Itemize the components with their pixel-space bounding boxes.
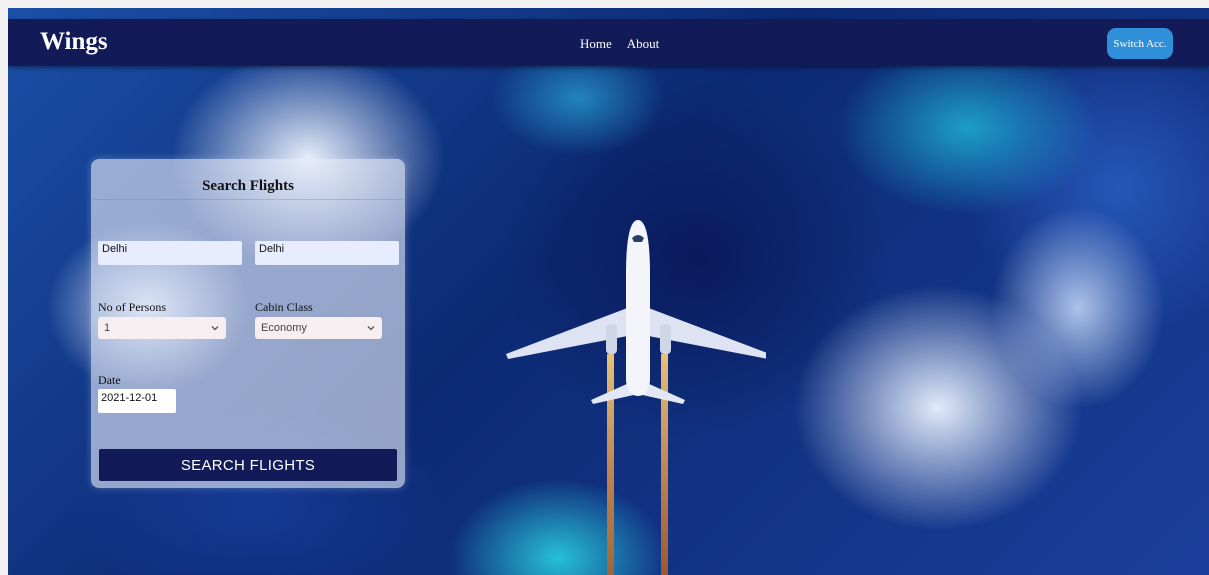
- left-wing: [506, 304, 638, 359]
- date-input[interactable]: 2021-12-01: [98, 389, 176, 413]
- cabin-class-select-value: Economy: [261, 322, 307, 334]
- app-viewport: Wings Home About Switch Acc. Search Flig…: [8, 8, 1209, 575]
- fuselage: [626, 220, 650, 396]
- date-label: Date: [98, 373, 121, 387]
- exhaust-trail-right: [661, 354, 668, 575]
- switch-account-button[interactable]: Switch Acc.: [1107, 28, 1173, 59]
- search-flights-panel: Search Flights Delhi Delhi No of Persons…: [91, 159, 405, 488]
- persons-label: No of Persons: [98, 300, 166, 314]
- brand-logo[interactable]: Wings: [40, 29, 108, 54]
- top-navbar: Wings Home About Switch Acc.: [8, 19, 1209, 66]
- panel-divider: [93, 199, 403, 200]
- chevron-down-icon: [211, 326, 219, 331]
- panel-title: Search Flights: [202, 178, 294, 194]
- persons-select[interactable]: 1: [98, 317, 226, 339]
- cabin-class-label: Cabin Class: [255, 300, 313, 314]
- chevron-down-icon: [367, 326, 375, 331]
- nav-links: Home About: [580, 36, 659, 52]
- right-engine: [660, 324, 671, 354]
- left-engine: [606, 324, 617, 354]
- from-city-input[interactable]: Delhi: [98, 241, 242, 265]
- cabin-class-select[interactable]: Economy: [255, 317, 382, 339]
- nav-link-about[interactable]: About: [627, 36, 660, 52]
- search-flights-button[interactable]: SEARCH FLIGHTS: [99, 449, 397, 481]
- exhaust-trail-left: [607, 354, 614, 575]
- right-wing: [638, 304, 766, 359]
- persons-select-value: 1: [104, 322, 111, 334]
- nav-link-home[interactable]: Home: [580, 36, 612, 52]
- to-city-input[interactable]: Delhi: [255, 241, 399, 265]
- airplane-illustration: [506, 220, 766, 575]
